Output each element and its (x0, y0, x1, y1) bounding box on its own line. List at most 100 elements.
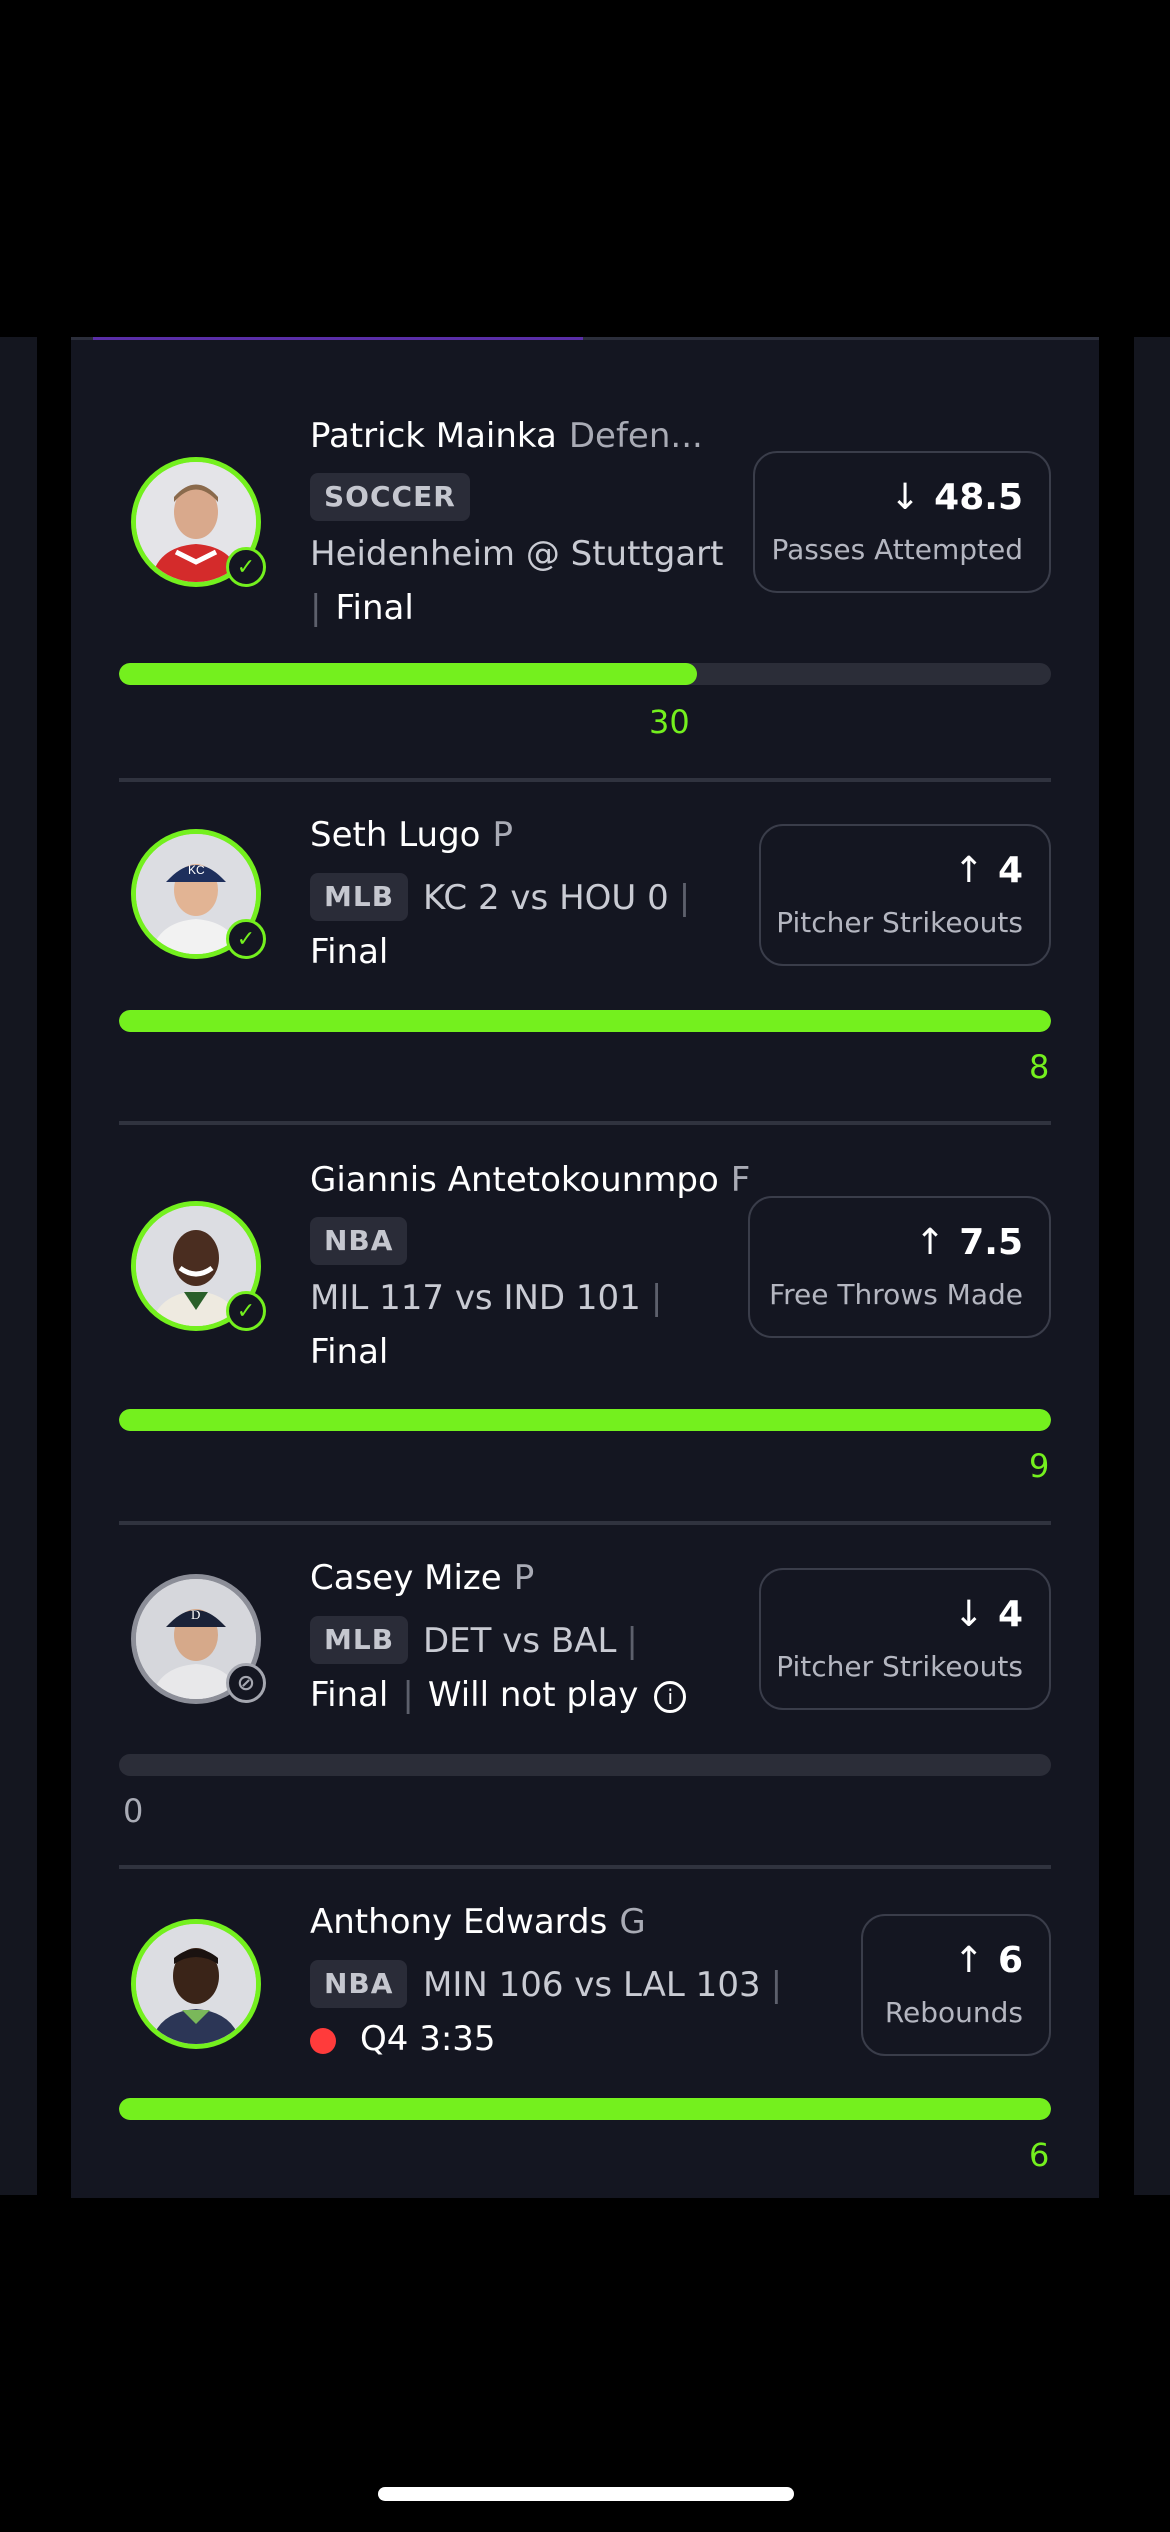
game-status: Final (310, 1332, 389, 1372)
row-divider (119, 1121, 1051, 1125)
league-badge: MLB (310, 1616, 409, 1664)
stat-name: Passes Attempted (771, 533, 1023, 566)
arrow-down-icon: ↓ (890, 477, 921, 518)
matchup: MIN 106 vs LAL 103 (423, 1965, 761, 2005)
player-name-line: Casey Mize P (310, 1558, 534, 1598)
league-badge: NBA (310, 1217, 408, 1265)
player-name: Patrick Mainka (310, 416, 557, 456)
entry-card: ✓ Patrick Mainka Defen... SOCCER Heidenhe… (71, 337, 1099, 2198)
player-position: P (492, 815, 513, 855)
pick-line: ↓ 4 (954, 1594, 1023, 1635)
check-icon: ✓ (226, 1291, 266, 1331)
progress-fill (119, 2098, 1051, 2120)
separator: | (770, 1965, 783, 2005)
progress-bar (119, 1409, 1051, 1431)
adjacent-card-right (1134, 337, 1170, 2195)
progress-value: 0 (123, 1792, 144, 1830)
line-value: 4 (997, 1594, 1023, 1635)
progress-bar (119, 1754, 1051, 1776)
pick-line: ↑ 7.5 (915, 1222, 1023, 1263)
stat-name: Pitcher Strikeouts (776, 906, 1023, 939)
stat-name: Free Throws Made (769, 1278, 1023, 1311)
progress-fill (119, 1010, 1051, 1032)
line-value: 48.5 (934, 477, 1023, 518)
player-position: F (730, 1160, 751, 1200)
stat-name: Rebounds (884, 1996, 1023, 2029)
player-name-line: Giannis Antetokounmpo F (310, 1160, 750, 1200)
svg-text:D: D (191, 1607, 200, 1622)
matchup-line: MIL 117 vs IND 101 | (310, 1278, 662, 1318)
progress-fill (119, 1409, 1051, 1431)
pick-box[interactable]: ↑ 4 Pitcher Strikeouts (759, 824, 1051, 966)
arrow-up-icon: ↑ (915, 1222, 946, 1263)
separator: | (678, 878, 691, 918)
player-name-line: Seth Lugo P (310, 815, 513, 855)
game-status: Final (310, 1675, 389, 1715)
matchup-line: KC 2 vs HOU 0 | (423, 878, 690, 918)
progress-value: 8 (1029, 1048, 1050, 1086)
separator: | (626, 1621, 638, 1661)
player-position: G (619, 1902, 646, 1942)
pick-box[interactable]: ↑ 6 Rebounds (861, 1914, 1051, 2056)
stat-name: Pitcher Strikeouts (776, 1650, 1023, 1683)
progress-bar (119, 663, 1051, 685)
line-value: 6 (997, 1940, 1023, 1981)
game-status: Final (335, 588, 414, 628)
info-icon[interactable]: i (654, 1680, 687, 1713)
player-avatar (131, 1919, 261, 2049)
svg-text:KC: KC (188, 863, 205, 877)
player-name: Seth Lugo (310, 815, 481, 855)
check-icon: ✓ (226, 547, 266, 587)
home-indicator[interactable] (378, 2487, 794, 2501)
row-divider (119, 778, 1051, 782)
game-status: Q4 3:35 (360, 2019, 496, 2059)
league-badge: SOCCER (310, 473, 470, 521)
row-divider (119, 1865, 1051, 1869)
pick-box[interactable]: ↓ 48.5 Passes Attempted (753, 451, 1051, 593)
void-icon: ⊘ (226, 1663, 266, 1703)
matchup: Heidenheim @ Stuttgart (310, 534, 724, 574)
progress-value: 30 (649, 703, 690, 741)
arrow-up-icon: ↑ (953, 1940, 984, 1981)
pick-line: ↑ 6 (954, 1940, 1023, 1981)
status-note: Will not play (427, 1675, 639, 1715)
game-status-line: | Final (310, 588, 414, 628)
arrow-down-icon: ↓ (953, 1594, 984, 1635)
pick-box[interactable]: ↑ 7.5 Free Throws Made (748, 1196, 1051, 1338)
separator: | (310, 588, 322, 628)
row-divider (119, 1521, 1051, 1525)
progress-value: 9 (1029, 1447, 1050, 1485)
league-badge: NBA (310, 1960, 408, 2008)
pick-line: ↑ 4 (954, 850, 1023, 891)
game-status-line: Final | Will not play i (310, 1675, 687, 1715)
pick-line: ↓ 48.5 (890, 477, 1023, 518)
arrow-up-icon: ↑ (953, 850, 984, 891)
progress-bar (119, 2098, 1051, 2120)
matchup-line: DET vs BAL | (423, 1621, 638, 1661)
progress-bar (119, 1010, 1051, 1032)
card-accent-bar (93, 337, 583, 340)
league-badge: MLB (310, 873, 409, 921)
matchup: MIL 117 vs IND 101 (310, 1278, 641, 1318)
matchup-line: MIN 106 vs LAL 103 | (423, 1965, 782, 2005)
pick-box[interactable]: ↓ 4 Pitcher Strikeouts (759, 1568, 1051, 1710)
player-position: Defen... (568, 416, 703, 456)
line-value: 4 (997, 850, 1023, 891)
live-indicator-icon (310, 2027, 336, 2054)
check-icon: ✓ (226, 919, 266, 959)
matchup: KC 2 vs HOU 0 (423, 878, 669, 918)
adjacent-card-left (0, 337, 37, 2195)
matchup: DET vs BAL (423, 1621, 617, 1661)
player-position: P (513, 1558, 535, 1598)
player-name: Giannis Antetokounmpo (310, 1160, 719, 1200)
progress-value: 6 (1029, 2136, 1050, 2174)
separator: | (650, 1278, 663, 1318)
separator: | (402, 1675, 414, 1715)
player-name-line: Patrick Mainka Defen... (310, 416, 703, 456)
progress-fill (119, 663, 697, 685)
player-name-line: Anthony Edwards G (310, 1902, 646, 1942)
player-name: Casey Mize (310, 1558, 502, 1598)
game-status: Final (310, 932, 389, 972)
player-name: Anthony Edwards (310, 1902, 608, 1942)
game-status-line: Q4 3:35 (310, 2019, 496, 2059)
